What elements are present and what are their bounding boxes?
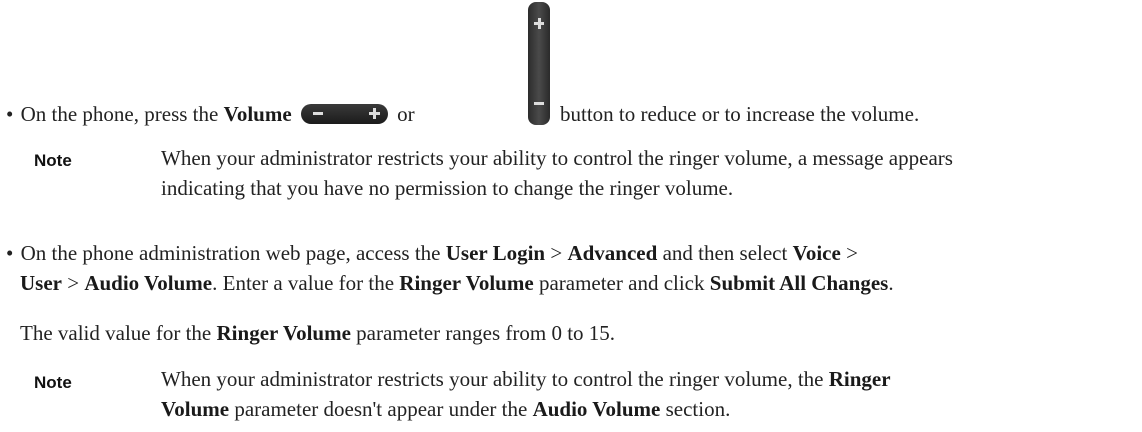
note1-line1: When your administrator restricts your a… bbox=[161, 146, 953, 170]
note-label: Note bbox=[34, 373, 72, 392]
bullet-item-web-page: • On the phone administration web page, … bbox=[6, 240, 858, 267]
submit-all-changes-label: Submit All Changes bbox=[709, 271, 889, 295]
note2-text-a: When your administrator restricts your a… bbox=[161, 367, 824, 391]
bullet1-suffix: button to reduce or to increase the volu… bbox=[560, 102, 920, 126]
ringer-volume-label: Ringer Volume bbox=[399, 271, 534, 295]
volume-rocker-vertical-icon bbox=[528, 2, 550, 125]
audio-volume-label: Audio Volume bbox=[84, 271, 213, 295]
bullet1-or: or bbox=[397, 102, 415, 126]
bullet-mark: • bbox=[6, 241, 14, 265]
ringer-label: Ringer bbox=[828, 367, 891, 391]
bullet2-text-b: and then select bbox=[662, 241, 788, 265]
note1-line2: indicating that you have no permission t… bbox=[161, 176, 734, 200]
note2-line2: Volume parameter doesn't appear under th… bbox=[161, 396, 730, 423]
valid-text-b: parameter ranges from 0 to 15. bbox=[356, 321, 616, 345]
bullet2-text-d: parameter and click bbox=[538, 271, 705, 295]
advanced-label: Advanced bbox=[567, 241, 658, 265]
bullet-item-web-page-line2: User > Audio Volume. Enter a value for t… bbox=[20, 270, 894, 297]
voice-label: Voice bbox=[792, 241, 841, 265]
note2-text-c: section. bbox=[665, 397, 731, 421]
gt-separator: > bbox=[846, 241, 858, 265]
valid-text-a: The valid value for the bbox=[20, 321, 212, 345]
gt-separator: > bbox=[550, 241, 563, 265]
user-label: User bbox=[20, 271, 62, 295]
note2-line1: When your administrator restricts your a… bbox=[161, 366, 891, 393]
bullet1-prefix: On the phone, press the bbox=[20, 102, 219, 126]
volume-label: Volume bbox=[161, 397, 230, 421]
note2-text-b: parameter doesn't appear under the bbox=[234, 397, 528, 421]
valid-range-text: The valid value for the Ringer Volume pa… bbox=[20, 320, 615, 347]
bullet2-text-c: . Enter a value for the bbox=[212, 271, 395, 295]
ringer-volume-label: Ringer Volume bbox=[216, 321, 351, 345]
note-label: Note bbox=[34, 151, 72, 170]
bullet2-text-a: On the phone administration web page, ac… bbox=[20, 241, 441, 265]
gt-separator: > bbox=[67, 271, 80, 295]
bullet-mark: • bbox=[6, 102, 14, 126]
user-login-label: User Login bbox=[445, 241, 546, 265]
volume-rocker-horizontal-icon bbox=[300, 104, 388, 124]
bullet1-volume: Volume bbox=[223, 102, 292, 126]
audio-volume-label: Audio Volume bbox=[532, 397, 661, 421]
bullet2-end: . bbox=[888, 271, 894, 295]
bullet-item-phone-volume: • On the phone, press the Volume or bbox=[6, 101, 415, 128]
